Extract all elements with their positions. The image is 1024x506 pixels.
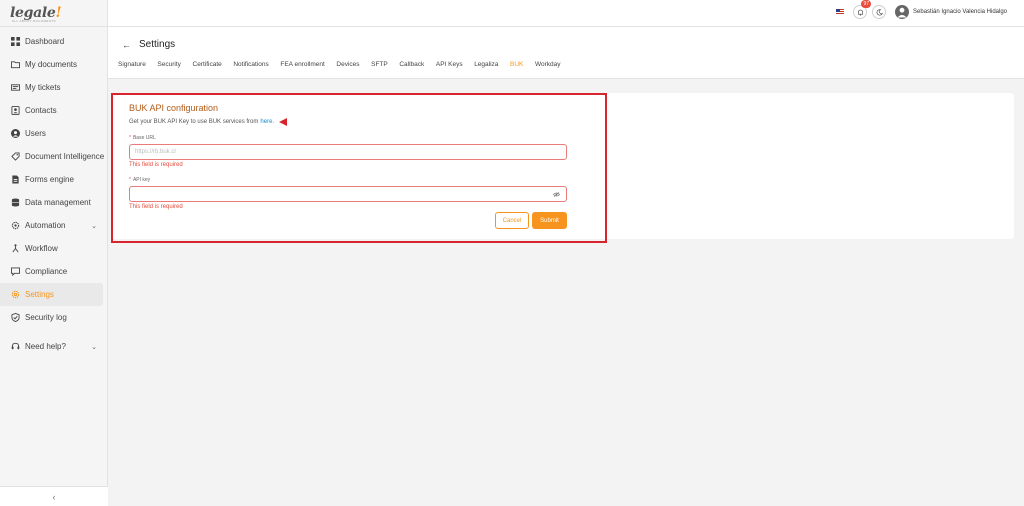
sidebar-item-security-log[interactable]: Security log (0, 306, 107, 329)
sidebar-item-label: My documents (25, 60, 78, 69)
tab-security[interactable]: Security (157, 61, 180, 74)
sidebar-item-forms-engine[interactable]: Forms engine (0, 168, 107, 191)
sidebar-item-label: Security log (25, 313, 67, 322)
topbar: 97 Sebastián Ignacio Valencia Hidalgo (108, 0, 1024, 27)
chevron-down-icon: ⌄ (91, 222, 97, 230)
sidebar-item-label: Users (25, 129, 46, 138)
sidebar-item-users[interactable]: Users (0, 122, 107, 145)
sidebar-item-automation[interactable]: Automation ⌄ (0, 214, 107, 237)
sidebar-item-label: Need help? (25, 342, 66, 351)
theme-toggle-button[interactable] (872, 5, 887, 19)
logo-tagline: ALL ABOUT DOCUMENTS (12, 19, 56, 23)
workflow-icon (11, 244, 20, 253)
sidebar-item-data-management[interactable]: Data management (0, 191, 107, 214)
notification-count-badge: 97 (861, 0, 872, 8)
tab-notifications[interactable]: Notifications (233, 61, 268, 74)
moon-icon (876, 8, 883, 15)
back-arrow-icon[interactable]: ← (122, 40, 131, 50)
topbar-actions: 97 Sebastián Ignacio Valencia Hidalgo (836, 0, 1007, 19)
user-icon (11, 129, 20, 138)
sidebar-item-my-tickets[interactable]: My tickets (0, 76, 107, 99)
form-icon (11, 175, 20, 184)
sidebar-item-label: Document Intelligence (25, 152, 105, 161)
page-header: ← Settings Signature Security Certificat… (108, 27, 1024, 79)
sidebar-item-settings[interactable]: Settings (0, 283, 103, 306)
tab-fea-enrollment[interactable]: FEA enrollment (280, 61, 324, 74)
sidebar-nav: Dashboard My documents My tickets Contac… (0, 27, 107, 358)
sidebar-item-my-documents[interactable]: My documents (0, 53, 107, 76)
chat-icon (11, 267, 20, 276)
sidebar: legale! ALL ABOUT DOCUMENTS Dashboard My… (0, 0, 108, 506)
tab-api-keys[interactable]: API Keys (436, 61, 463, 74)
database-icon (11, 198, 20, 207)
sidebar-item-document-intelligence[interactable]: Document Intelligence (0, 145, 107, 168)
sidebar-item-dashboard[interactable]: Dashboard (0, 30, 107, 53)
settings-tabs: Signature Security Certificate Notificat… (118, 61, 572, 74)
gear-icon (11, 221, 20, 230)
sidebar-item-workflow[interactable]: Workflow (0, 237, 107, 260)
chevron-down-icon: ⌄ (91, 343, 97, 351)
sidebar-item-label: Dashboard (25, 37, 65, 46)
notifications-button[interactable]: 97 (853, 0, 872, 19)
tab-legaliza[interactable]: Legaliza (474, 61, 498, 74)
contacts-icon (11, 106, 20, 115)
tab-certificate[interactable]: Certificate (193, 61, 222, 74)
page-title: Settings (139, 39, 176, 50)
shield-icon (11, 313, 20, 322)
sidebar-item-label: Automation (25, 221, 66, 230)
sidebar-item-contacts[interactable]: Contacts (0, 99, 107, 122)
settings-icon (11, 290, 20, 299)
logo[interactable]: legale! ALL ABOUT DOCUMENTS (0, 0, 107, 27)
tab-callback[interactable]: Callback (399, 61, 424, 74)
user-avatar-icon (897, 7, 907, 18)
sidebar-item-label: My tickets (25, 83, 61, 92)
bell-icon (857, 9, 863, 16)
us-flag-icon[interactable] (836, 9, 845, 15)
headset-icon (11, 342, 20, 351)
sidebar-item-label: Contacts (25, 106, 57, 115)
tab-workday[interactable]: Workday (535, 61, 561, 74)
avatar[interactable] (895, 5, 910, 19)
folder-icon (11, 60, 20, 69)
tag-icon (11, 152, 20, 161)
tab-sftp[interactable]: SFTP (371, 61, 388, 74)
sidebar-item-label: Forms engine (25, 175, 74, 184)
collapse-sidebar-button[interactable]: ‹ (0, 486, 108, 506)
sidebar-item-label: Compliance (25, 267, 68, 276)
annotation-highlight-box (111, 93, 607, 243)
sidebar-item-need-help[interactable]: Need help? ⌄ (0, 335, 107, 358)
user-name[interactable]: Sebastián Ignacio Valencia Hidalgo (913, 9, 1007, 15)
logo-mark: ! (55, 5, 62, 21)
tab-devices[interactable]: Devices (336, 61, 359, 74)
tab-buk[interactable]: BUK (510, 61, 523, 74)
tab-signature[interactable]: Signature (118, 61, 146, 74)
ticket-icon (11, 83, 20, 92)
sidebar-item-compliance[interactable]: Compliance (0, 260, 107, 283)
sidebar-item-label: Data management (25, 198, 91, 207)
sidebar-item-label: Workflow (25, 244, 58, 253)
sidebar-item-label: Settings (25, 290, 54, 299)
dashboard-icon (11, 37, 20, 46)
